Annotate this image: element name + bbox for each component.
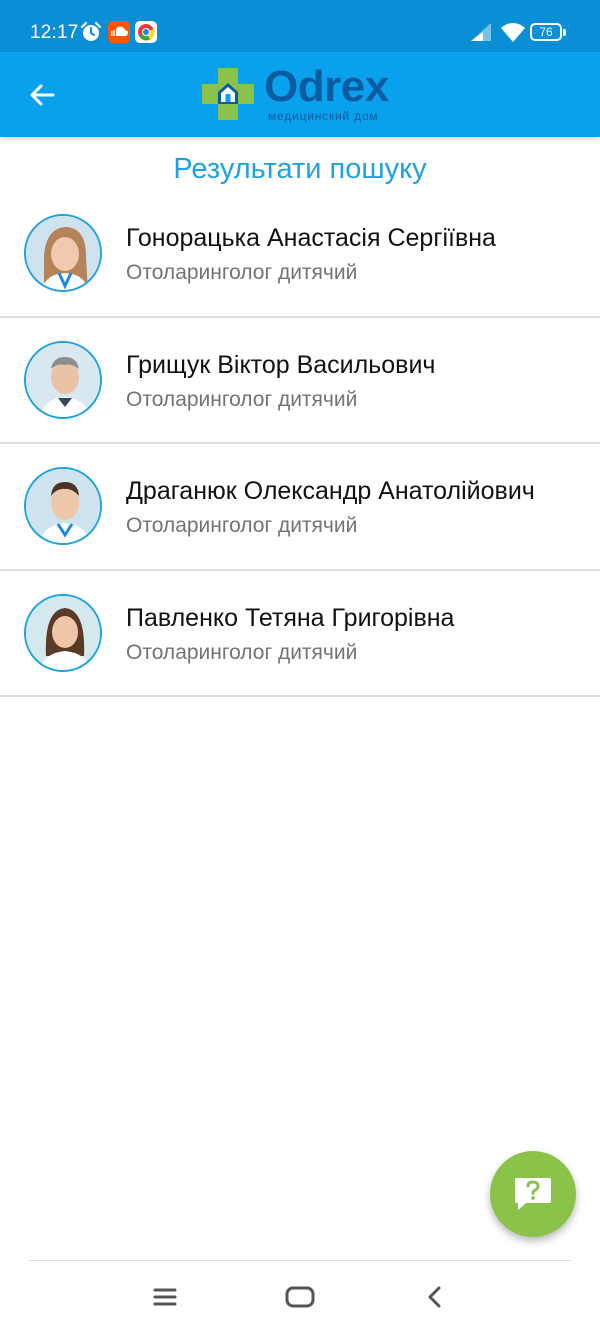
doctor-name: Гонорацька Анастасія Сергіївна (126, 224, 496, 252)
avatar (24, 340, 102, 419)
help-chat-icon (515, 1178, 551, 1210)
doctor-specialty: Отоларинголог дитячий (126, 261, 358, 284)
menu-button[interactable] (150, 1281, 180, 1313)
home-icon (285, 1286, 315, 1308)
doctor-list-item[interactable]: Драганюк Олександр Анатолійович Отоларин… (0, 444, 600, 571)
arrow-left-icon (30, 84, 55, 106)
doctor-list-item[interactable]: Грищук Віктор Васильович Отоларинголог д… (0, 318, 600, 444)
signal-icon (471, 23, 491, 41)
logo-name: Odrex (264, 62, 389, 111)
doctor-name: Грищук Віктор Васильович (126, 350, 436, 379)
doctor-list-item[interactable]: Павленко Тетяна Григорівна Отоларинголог… (0, 571, 600, 697)
wifi-icon (501, 23, 525, 42)
alarm-icon (80, 21, 102, 41)
doctor-specialty: Отоларинголог дитячий (126, 387, 358, 411)
menu-icon (153, 1288, 177, 1306)
doctor-specialty: Отоларинголог дитячий (126, 640, 358, 664)
nav-divider (28, 1260, 572, 1261)
logo-tagline: медицинский дом (268, 109, 379, 123)
battery-icon: 76 (530, 21, 566, 43)
doctor-list-item[interactable]: Гонорацька Анастасія Сергіївна Отоларинг… (0, 191, 600, 318)
app-bar: Odrex медицинский дом (0, 52, 600, 137)
avatar (24, 593, 102, 672)
odrex-logo: Odrex медицинский дом (200, 62, 410, 126)
logo-cross-icon (202, 68, 254, 120)
doctor-name: Павленко Тетяна Григорівна (126, 603, 455, 632)
avatar (24, 467, 102, 545)
avatar (24, 214, 102, 292)
soundcloud-icon (108, 21, 130, 43)
doctor-name: Драганюк Олександр Анатолійович (126, 477, 535, 505)
doctor-specialty: Отоларинголог дитячий (126, 514, 358, 537)
doctor-list: Гонорацька Анастасія Сергіївна Отоларинг… (0, 191, 600, 697)
system-back-button[interactable] (422, 1281, 448, 1313)
home-button[interactable] (283, 1281, 317, 1313)
status-bar: 12:17 76 (0, 0, 600, 52)
back-icon (428, 1286, 441, 1308)
battery-level: 76 (539, 25, 553, 39)
help-chat-button[interactable] (490, 1151, 576, 1237)
status-time: 12:17 (30, 22, 79, 43)
back-button[interactable] (22, 74, 64, 116)
page-title: Результати пошуку (173, 153, 427, 185)
chrome-icon (135, 21, 157, 43)
